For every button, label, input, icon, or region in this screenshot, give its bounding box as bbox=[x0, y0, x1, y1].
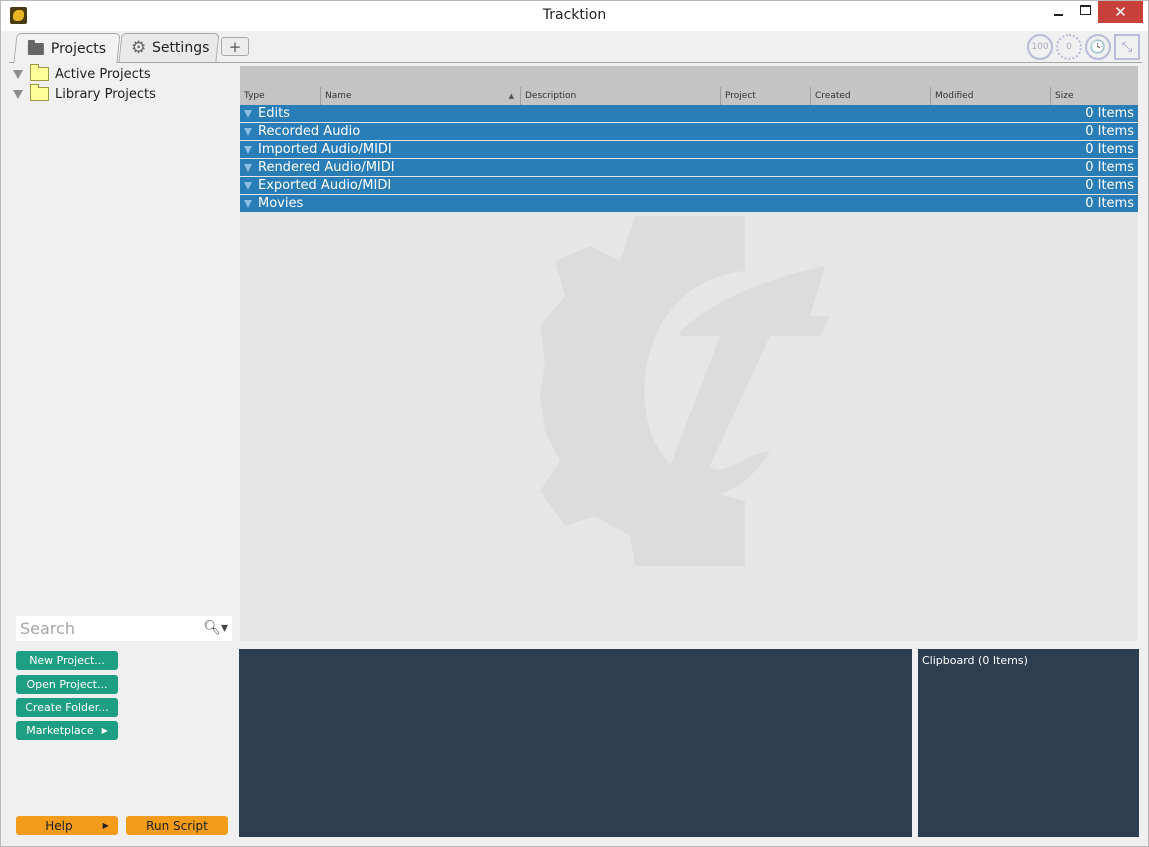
open-project-button[interactable]: Open Project... bbox=[16, 675, 118, 694]
table-body: Edits 0 Items Recorded Audio 0 Items Impor… bbox=[240, 105, 1138, 213]
expand-triangle-icon[interactable] bbox=[244, 181, 252, 190]
row-name: Edits bbox=[258, 106, 290, 121]
column-header-size[interactable]: Size bbox=[1050, 87, 1138, 105]
tree-item-label: Active Projects bbox=[55, 66, 151, 82]
row-size: 0 Items bbox=[1085, 178, 1134, 193]
gear-icon: ⚙ bbox=[130, 38, 147, 58]
search-box: 🔍︎▾ bbox=[16, 616, 232, 641]
column-headers: Type Name ▲ Description Project Created … bbox=[240, 87, 1138, 105]
expand-triangle-icon[interactable] bbox=[244, 199, 252, 208]
column-header-created[interactable]: Created bbox=[810, 87, 930, 105]
column-header-type[interactable]: Type bbox=[240, 87, 320, 105]
title-bar: Tracktion ✕ bbox=[1, 1, 1148, 31]
app-window: Tracktion ✕ Projects ⚙ Settings + 100 0 … bbox=[0, 0, 1149, 847]
table-row[interactable]: Rendered Audio/MIDI 0 Items bbox=[240, 159, 1138, 177]
clipboard-label: Clipboard (0 Items) bbox=[922, 654, 1028, 667]
expand-triangle-icon[interactable] bbox=[244, 145, 252, 154]
column-header-description[interactable]: Description bbox=[520, 87, 720, 105]
clipboard-panel: Clipboard (0 Items) bbox=[918, 649, 1139, 837]
expand-triangle-icon[interactable] bbox=[13, 69, 23, 79]
tab-label: Settings bbox=[152, 40, 210, 56]
column-header-modified[interactable]: Modified bbox=[930, 87, 1050, 105]
submenu-arrow-icon: ▶ bbox=[102, 821, 109, 830]
tree-item-active-projects[interactable]: Active Projects bbox=[13, 64, 151, 83]
search-icon[interactable]: 🔍︎▾ bbox=[203, 620, 228, 636]
expand-triangle-icon[interactable] bbox=[13, 89, 23, 99]
new-project-button[interactable]: New Project... bbox=[16, 651, 118, 670]
help-button[interactable]: Help ▶ bbox=[16, 816, 118, 835]
table-row[interactable]: Edits 0 Items bbox=[240, 105, 1138, 123]
column-label: Name bbox=[325, 91, 352, 101]
run-script-button[interactable]: Run Script bbox=[126, 816, 228, 835]
minimize-icon bbox=[1053, 14, 1063, 16]
folder-icon bbox=[27, 42, 44, 55]
sort-ascending-icon: ▲ bbox=[508, 92, 514, 100]
tab-label: Projects bbox=[50, 40, 107, 57]
tab-bar: Projects ⚙ Settings + bbox=[9, 31, 1142, 63]
sidebar: Active Projects Library Projects 🔍︎▾ New… bbox=[9, 63, 235, 839]
tab-settings[interactable]: ⚙ Settings bbox=[118, 33, 220, 62]
marketplace-button[interactable]: Marketplace ▶ bbox=[16, 721, 118, 740]
expand-triangle-icon[interactable] bbox=[244, 163, 252, 172]
expand-triangle-icon[interactable] bbox=[244, 127, 252, 136]
maximize-icon bbox=[1079, 5, 1091, 15]
close-button[interactable]: ✕ bbox=[1098, 1, 1143, 23]
tracktion-watermark-icon bbox=[540, 216, 830, 566]
folder-icon bbox=[30, 64, 49, 81]
tree-item-library-projects[interactable]: Library Projects bbox=[13, 84, 156, 103]
column-header-project[interactable]: Project bbox=[720, 87, 810, 105]
submenu-arrow-icon: ▶ bbox=[101, 726, 108, 735]
row-name: Exported Audio/MIDI bbox=[258, 178, 392, 193]
row-name: Movies bbox=[258, 196, 304, 211]
status-icons: 100 0 🕓 ⤡ bbox=[1027, 34, 1140, 60]
browser-header bbox=[240, 66, 1138, 87]
cpu-meter-icon[interactable]: 100 bbox=[1027, 34, 1053, 60]
column-header-name[interactable]: Name ▲ bbox=[320, 87, 520, 105]
search-input[interactable] bbox=[16, 618, 202, 639]
row-size: 0 Items bbox=[1085, 160, 1134, 175]
resize-icon[interactable]: ⤡ bbox=[1114, 34, 1140, 60]
close-icon: ✕ bbox=[1114, 3, 1127, 21]
window-title: Tracktion bbox=[542, 7, 607, 23]
row-name: Rendered Audio/MIDI bbox=[258, 160, 395, 175]
project-browser: Type Name ▲ Description Project Created … bbox=[240, 66, 1138, 641]
tree-item-label: Library Projects bbox=[55, 86, 156, 102]
table-row[interactable]: Recorded Audio 0 Items bbox=[240, 123, 1138, 141]
row-size: 0 Items bbox=[1085, 142, 1134, 157]
row-size: 0 Items bbox=[1085, 196, 1134, 211]
clock-icon[interactable]: 🕓 bbox=[1085, 34, 1111, 60]
add-tab-button[interactable]: + bbox=[221, 37, 249, 56]
table-row[interactable]: Exported Audio/MIDI 0 Items bbox=[240, 177, 1138, 195]
tab-projects[interactable]: Projects bbox=[13, 33, 121, 63]
row-name: Imported Audio/MIDI bbox=[258, 142, 392, 157]
row-name: Recorded Audio bbox=[258, 124, 361, 139]
preview-panel bbox=[239, 649, 912, 837]
folder-icon bbox=[30, 84, 49, 101]
dial-meter-icon[interactable]: 0 bbox=[1056, 34, 1082, 60]
button-label: Help bbox=[45, 818, 73, 833]
table-row[interactable]: Movies 0 Items bbox=[240, 195, 1138, 213]
button-label: Marketplace bbox=[26, 724, 94, 737]
create-folder-button[interactable]: Create Folder... bbox=[16, 698, 118, 717]
row-size: 0 Items bbox=[1085, 106, 1134, 121]
expand-triangle-icon[interactable] bbox=[244, 109, 252, 118]
row-size: 0 Items bbox=[1085, 124, 1134, 139]
table-row[interactable]: Imported Audio/MIDI 0 Items bbox=[240, 141, 1138, 159]
